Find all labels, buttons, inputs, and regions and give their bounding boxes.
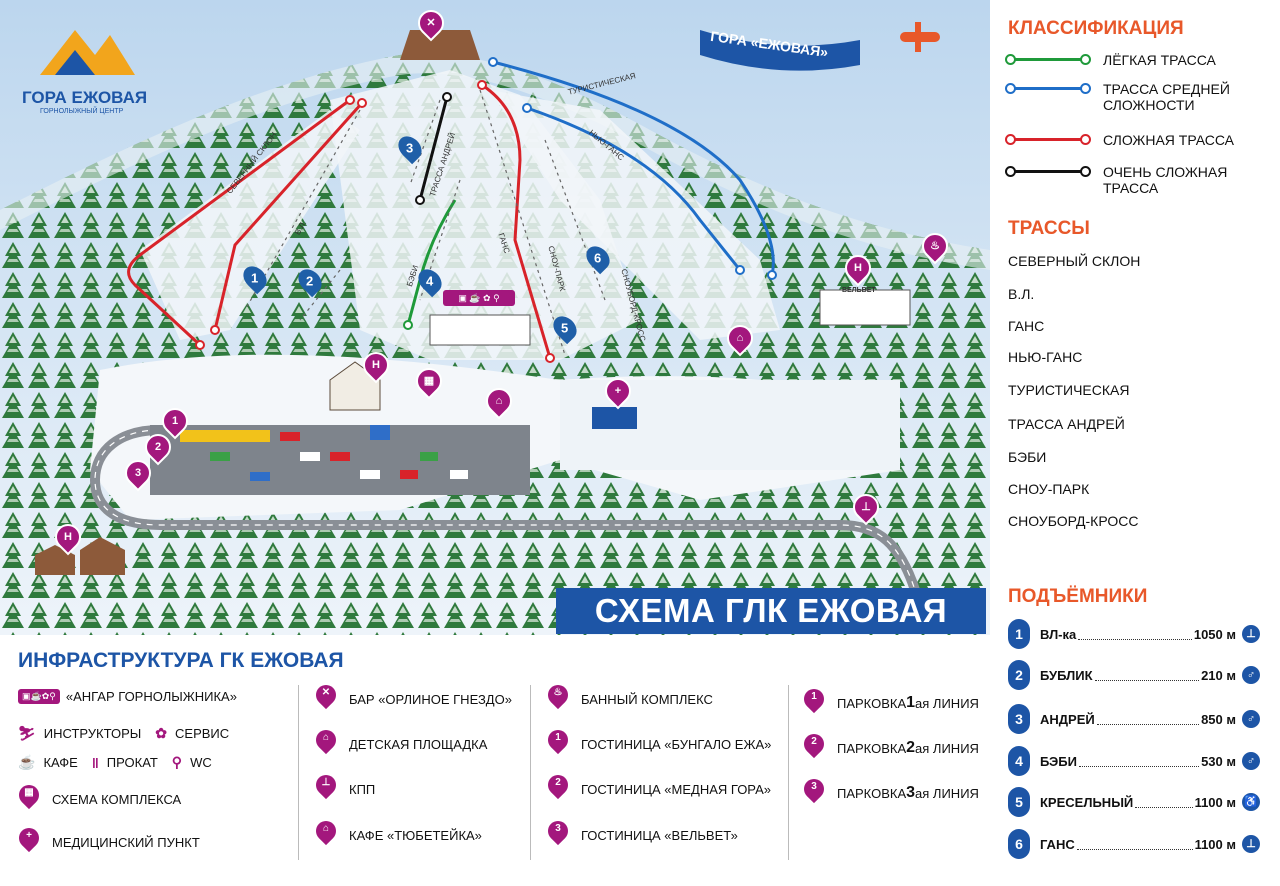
- car-icon: 3: [134, 467, 142, 479]
- lift-row: 6 ГАНС 1100 м ⊥: [1008, 829, 1260, 859]
- divider: [298, 685, 299, 860]
- red-line-icon: [1005, 134, 1091, 145]
- button-lift-icon: ♂: [1242, 710, 1260, 728]
- infra-hotel-1: 1 ГОСТИНИЦА «БУНГАЛО ЕЖА»: [547, 730, 771, 758]
- t-bar-icon: ⊥: [1242, 835, 1260, 853]
- barrier-icon: ⊥: [315, 775, 337, 803]
- lifts-title: ПОДЪЁМНИКИ: [1008, 586, 1148, 607]
- trail-item: НЬЮ-ГАНС: [1008, 349, 1083, 365]
- hotel-icon: 3: [547, 821, 569, 849]
- trail-item: СНОУБОРД-КРОСС: [1008, 513, 1139, 529]
- infra-parking-2: 2 ПАРКОВКА 2 ая ЛИНИЯ: [803, 734, 979, 762]
- legend-easy: ЛЁГКАЯ ТРАССА: [1005, 52, 1263, 68]
- car-icon: 1: [803, 689, 825, 717]
- hotel-icon: 2: [547, 775, 569, 803]
- lift-row: 5 КРЕСЕЛЬНЫЙ 1100 м ♿: [1008, 787, 1260, 817]
- car-icon: 1: [171, 415, 179, 427]
- bath-icon: ♨: [547, 685, 569, 713]
- divider: [530, 685, 531, 860]
- map-velvet-sign: ВЕЛЬВЕТ: [842, 287, 876, 294]
- wc-icon: ⚲: [171, 754, 183, 770]
- infra-instructors: ⛷ ИНСТРУКТОРЫ ✿ СЕРВИС: [18, 725, 230, 741]
- legend-hard: СЛОЖНАЯ ТРАССА: [1005, 132, 1263, 148]
- map-scheme-icon: ▦: [18, 785, 40, 813]
- map-scheme-icon: ▦: [423, 375, 435, 387]
- button-lift-icon: ♂: [1242, 752, 1260, 770]
- instructor-icon: ⛷: [18, 725, 36, 741]
- trail-item: СНОУ-ПАРК: [1008, 481, 1090, 497]
- blue-line-icon: [1005, 83, 1091, 94]
- cup-icon: ☕: [18, 754, 36, 770]
- lift-row: 1 ВЛ-ка 1050 м ⊥: [1008, 619, 1260, 649]
- map-hangar-icons[interactable]: ▣ ☕ ✿ ⚲: [443, 290, 515, 306]
- tent-icon: ⌂: [315, 821, 337, 849]
- tent-icon: ⌂: [736, 332, 744, 344]
- trail-item: ТУРИСТИЧЕСКАЯ: [1008, 382, 1130, 398]
- infra-bath: ♨ БАННЫЙ КОМПЛЕКС: [547, 685, 713, 713]
- trail-item: БЭБИ: [1008, 449, 1047, 465]
- infra-title: ИНФРАСТРУКТУРА ГК ЕЖОВАЯ: [18, 649, 344, 672]
- logo-sub: ГОРНОЛЫЖНЫЙ ЦЕНТР: [40, 108, 124, 115]
- trail-item: В.Л.: [1008, 286, 1035, 302]
- t-bar-icon: ⊥: [1242, 625, 1260, 643]
- car-icon: 2: [154, 441, 162, 453]
- medical-cross-icon: +: [614, 385, 622, 397]
- black-line-icon: [1005, 166, 1091, 177]
- legend-medium: ТРАССА СРЕДНЕЙ СЛОЖНОСТИ: [1005, 81, 1263, 113]
- infra-hotel-2: 2 ГОСТИНИЦА «МЕДНАЯ ГОРА»: [547, 775, 771, 803]
- lift-row: 4 БЭБИ 530 м ♂: [1008, 746, 1260, 776]
- trail-item: ТРАССА АНДРЕЙ: [1008, 416, 1125, 432]
- trails-title: ТРАССЫ: [1008, 218, 1090, 239]
- trail-item: СЕВЕРНЫЙ СКЛОН: [1008, 253, 1141, 269]
- playground-icon: ⌂: [495, 395, 503, 407]
- scheme-title: СХЕМА ГЛК ЕЖОВАЯ: [556, 588, 986, 634]
- classification-title: КЛАССИФИКАЦИЯ: [1008, 18, 1184, 39]
- divider: [788, 685, 789, 860]
- infra-bar: ✕ БАР «ОРЛИНОЕ ГНЕЗДО»: [315, 685, 512, 713]
- infra-kpp: ⊥ КПП: [315, 775, 376, 803]
- infra-parking-3: 3 ПАРКОВКА 3 ая ЛИНИЯ: [803, 779, 979, 807]
- hangar-icons: ▣☕✿⚲: [18, 689, 60, 704]
- car-icon: 2: [803, 734, 825, 762]
- infra-cafe: ☕ КАФЕ ‖ ПРОКАТ ⚲ WC: [18, 754, 212, 771]
- fork-knife-icon: ✕: [426, 17, 436, 29]
- medical-cross-icon: +: [18, 828, 40, 856]
- button-lift-icon: ♂: [1242, 666, 1260, 684]
- infrastructure-legend: ИНФРАСТРУКТУРА ГК ЕЖОВАЯ ▣☕✿⚲ «АНГАР ГОР…: [0, 635, 990, 886]
- playground-icon: ⌂: [315, 730, 337, 758]
- barrier-icon: ⊥: [861, 501, 871, 513]
- car-icon: 3: [803, 779, 825, 807]
- lift-row: 3 АНДРЕЙ 850 м ♂: [1008, 704, 1260, 734]
- hotel-icon: 1: [547, 730, 569, 758]
- lift-row: 2 БУБЛИК 210 м ♂: [1008, 660, 1260, 690]
- bath-icon: ♨: [930, 240, 940, 252]
- logo-name: ГОРА ЕЖОВАЯ: [22, 88, 148, 107]
- infra-scheme: ▦ СХЕМА КОМПЛЕКСА: [18, 785, 181, 813]
- infra-hangar: ▣☕✿⚲ «АНГАР ГОРНОЛЫЖНИКА»: [18, 689, 237, 704]
- ski-rental-icon: ‖: [91, 754, 99, 771]
- infra-hotel-3: 3 ГОСТИНИЦА «ВЕЛЬВЕТ»: [547, 821, 738, 849]
- chairlift-icon: ♿: [1242, 793, 1260, 811]
- infra-playground: ⌂ ДЕТСКАЯ ПЛОЩАДКА: [315, 730, 487, 758]
- fork-knife-icon: ✕: [315, 685, 337, 713]
- map-illustration: [0, 0, 990, 635]
- green-line-icon: [1005, 54, 1091, 65]
- infra-medical: + МЕДИЦИНСКИЙ ПУНКТ: [18, 828, 200, 856]
- resort-map: ГОРА ЕЖОВАЯ ГОРНОЛЫЖНЫЙ ЦЕНТР ГОРА «ЕЖОВ…: [0, 0, 990, 635]
- legend-sidebar: КЛАССИФИКАЦИЯ ЛЁГКАЯ ТРАССА ТРАССА СРЕДН…: [990, 0, 1280, 886]
- infra-parking-1: 1 ПАРКОВКА 1 ая ЛИНИЯ: [803, 689, 979, 717]
- trail-item: ГАНС: [1008, 318, 1045, 334]
- infra-tubeteyka: ⌂ КАФЕ «ТЮБЕТЕЙКА»: [315, 821, 482, 849]
- legend-very-hard: ОЧЕНЬ СЛОЖНАЯ ТРАССА: [1005, 164, 1263, 196]
- gear-icon: ✿: [155, 725, 168, 741]
